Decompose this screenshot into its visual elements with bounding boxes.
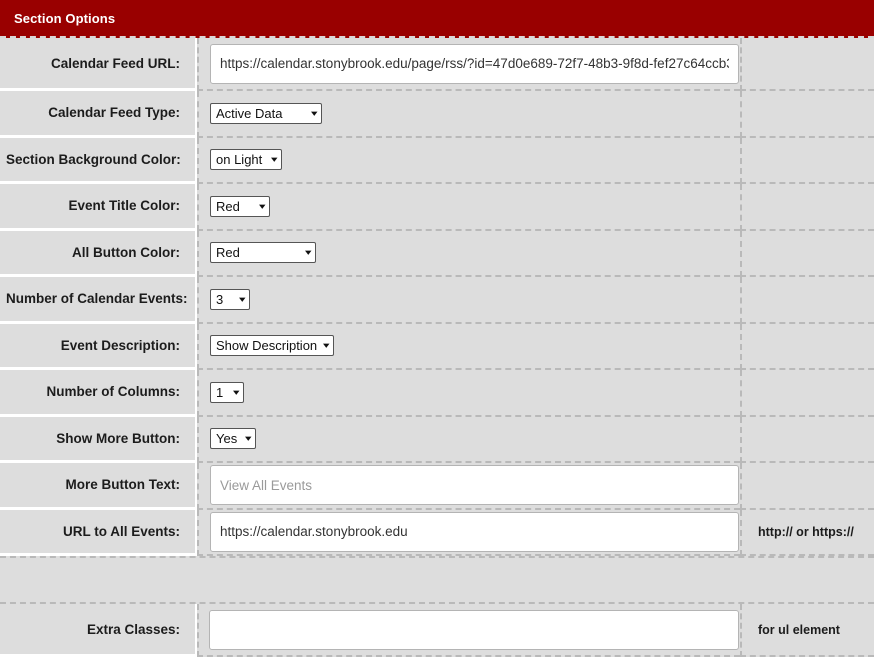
section-options-form: Calendar Feed URL: Calendar Feed Type: A… [0,38,874,657]
field-hint-section-background-color [740,137,874,184]
url-to-all-events-input[interactable] [210,511,739,552]
panel-header: Section Options [0,0,874,38]
field-hint-calendar-feed-type [740,91,874,138]
field-hint-more-button-text [740,463,874,510]
extra-classes-input[interactable] [209,609,739,650]
field-label-calendar-feed-url: Calendar Feed URL: [0,38,197,91]
section-background-color-select[interactable]: on Light ▾ [210,149,282,171]
table-row: Section Background Color: on Light ▾ [0,137,874,184]
field-label-section-background-color: Section Background Color: [0,137,197,184]
chevron-down-icon: ▾ [271,154,279,165]
table-row: Extra Classes: for ul element [0,604,874,657]
event-title-color-value: Red [216,198,240,214]
event-description-value: Show Description [216,338,318,354]
field-label-event-title-color: Event Title Color: [0,184,197,231]
more-button-text-input[interactable] [210,465,739,506]
calendar-feed-type-value: Active Data [216,105,283,121]
table-row: More Button Text: [0,463,874,510]
all-button-color-select[interactable]: Red ▾ [210,242,316,264]
field-label-url-to-all-events: URL to All Events: [0,509,197,556]
table-row-spacer [0,556,874,604]
number-of-columns-select[interactable]: 1 ▾ [210,381,244,403]
section-background-color-value: on Light [216,152,263,168]
table-row: Number of Calendar Events: 3 ▾ [0,277,874,324]
chevron-down-icon: ▾ [233,387,241,397]
page-title: Section Options [14,10,116,26]
show-more-button-value: Yes [216,431,238,447]
table-row: URL to All Events: http:// or https:// [0,509,874,556]
field-label-extra-classes: Extra Classes: [0,604,197,657]
chevron-down-icon: ▾ [259,201,267,211]
number-of-calendar-events-value: 3 [216,291,224,307]
field-value-calendar-feed-type: Active Data ▾ [197,91,740,138]
table-row: All Button Color: Red ▾ [0,230,874,277]
chevron-down-icon: ▾ [239,294,247,304]
section-options-panel: Section Options Calendar Feed URL: Calen… [0,0,874,657]
chevron-down-icon: ▾ [323,340,331,351]
calendar-feed-type-select[interactable]: Active Data ▾ [210,102,322,124]
table-row: Event Title Color: Red ▾ [0,184,874,231]
number-of-calendar-events-select[interactable]: 3 ▾ [210,288,250,310]
table-row: Event Description: Show Description ▾ [0,323,874,370]
field-value-event-description: Show Description ▾ [197,323,740,370]
field-label-number-of-columns: Number of Columns: [0,370,197,417]
field-hint-number-of-columns [740,370,874,417]
event-description-select[interactable]: Show Description ▾ [210,335,334,357]
show-more-button-select[interactable]: Yes ▾ [210,428,256,450]
field-hint-show-more-button [740,416,874,463]
field-value-more-button-text [197,463,740,510]
number-of-columns-value: 1 [216,384,224,400]
spacer-cell [0,556,874,604]
field-value-all-button-color: Red ▾ [197,230,740,277]
field-label-number-of-calendar-events: Number of Calendar Events: [0,277,197,324]
table-row: Show More Button: Yes ▾ [0,416,874,463]
field-hint-number-of-calendar-events [740,277,874,324]
table-row: Calendar Feed URL: [0,38,874,91]
field-value-show-more-button: Yes ▾ [197,416,740,463]
field-hint-event-title-color [740,184,874,231]
field-label-all-button-color: All Button Color: [0,230,197,277]
field-label-event-description: Event Description: [0,323,197,370]
field-value-extra-classes [197,604,740,657]
table-row: Number of Columns: 1 ▾ [0,370,874,417]
chevron-down-icon: ▾ [305,247,313,258]
field-value-url-to-all-events [197,509,740,556]
calendar-feed-url-input[interactable] [210,43,739,84]
field-label-more-button-text: More Button Text: [0,463,197,510]
field-label-show-more-button: Show More Button: [0,416,197,463]
field-hint-url-to-all-events: http:// or https:// [740,509,874,556]
table-row: Calendar Feed Type: Active Data ▾ [0,91,874,138]
field-value-event-title-color: Red ▾ [197,184,740,231]
field-label-calendar-feed-type: Calendar Feed Type: [0,91,197,138]
all-button-color-value: Red [216,245,240,261]
field-value-calendar-feed-url [197,38,740,91]
field-hint-extra-classes: for ul element [740,604,874,657]
chevron-down-icon: ▾ [245,433,253,444]
event-title-color-select[interactable]: Red ▾ [210,195,270,217]
field-hint-all-button-color [740,230,874,277]
field-value-number-of-calendar-events: 3 ▾ [197,277,740,324]
field-value-section-background-color: on Light ▾ [197,137,740,184]
chevron-down-icon: ▾ [311,108,319,118]
field-value-number-of-columns: 1 ▾ [197,370,740,417]
field-hint-event-description [740,323,874,370]
field-hint-calendar-feed-url [740,38,874,91]
